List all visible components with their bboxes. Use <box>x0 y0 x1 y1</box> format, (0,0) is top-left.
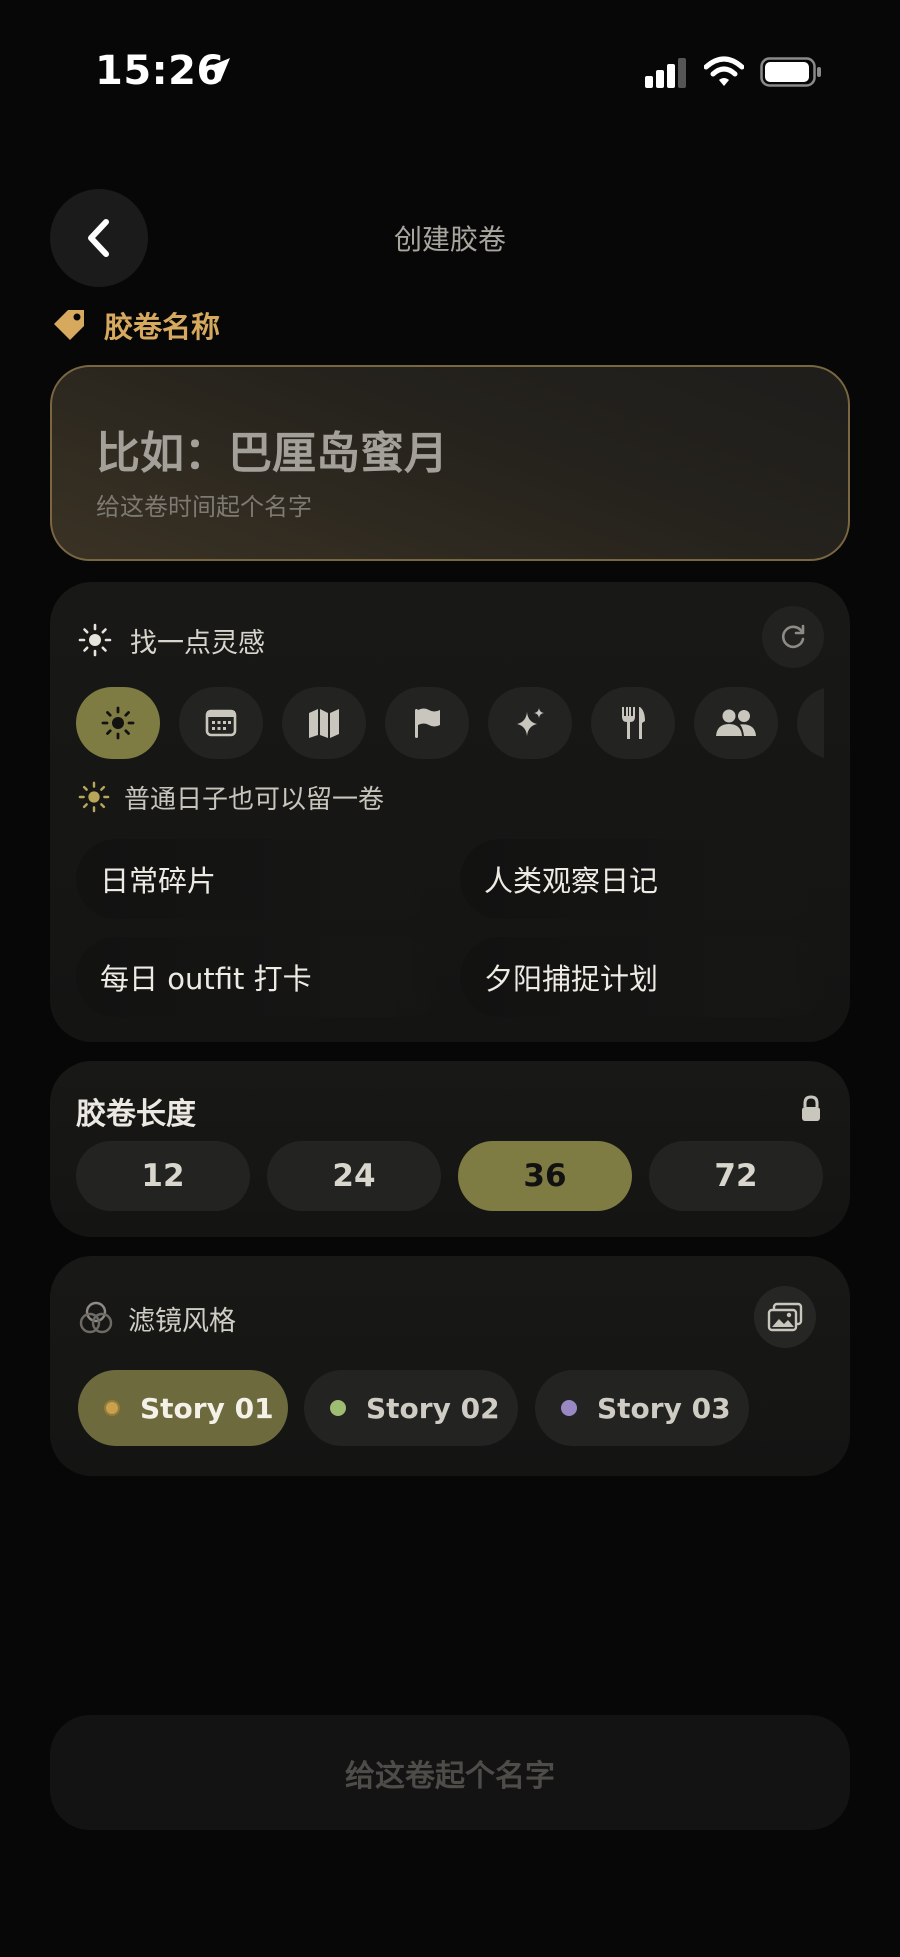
battery-icon <box>760 57 821 87</box>
category-food[interactable] <box>591 687 675 759</box>
photo-gallery-icon <box>767 1302 803 1332</box>
filter-style-header: 滤镜风格 <box>78 1298 236 1338</box>
map-icon <box>309 709 339 738</box>
filter-option-story-01[interactable]: Story 01 <box>78 1370 288 1446</box>
inspiration-card: 找一点灵感 普通日子也可以留一卷 日常碎片 人类观察日记 每日 outfit 打… <box>50 582 850 1042</box>
location-arrow-icon <box>206 58 230 82</box>
length-option-36[interactable]: 36 <box>458 1141 632 1211</box>
category-travel[interactable] <box>282 687 366 759</box>
utensils-icon <box>622 707 645 739</box>
filter-option-story-02[interactable]: Story 02 <box>304 1370 518 1446</box>
length-option-24[interactable]: 24 <box>267 1141 441 1211</box>
filter-option-label: Story 03 <box>597 1391 731 1425</box>
suggestion-chip[interactable]: 人类观察日记 <box>460 839 830 919</box>
lock-icon <box>802 1095 820 1121</box>
inspiration-header: 找一点灵感 <box>78 620 265 660</box>
suggestion-chip[interactable]: 每日 outfit 打卡 <box>76 937 446 1017</box>
inspiration-title: 找一点灵感 <box>130 627 265 659</box>
filter-option-label: Story 01 <box>140 1391 274 1425</box>
tag-icon <box>54 310 84 340</box>
sun-icon <box>78 623 112 657</box>
sun-icon <box>78 781 110 813</box>
length-option-72[interactable]: 72 <box>649 1141 823 1211</box>
length-option-12[interactable]: 12 <box>76 1141 250 1211</box>
film-length-card: 胶卷长度 12 24 36 72 <box>50 1061 850 1237</box>
filter-option-story-03[interactable]: Story 03 <box>535 1370 749 1446</box>
wifi-icon <box>704 56 744 86</box>
category-more[interactable] <box>797 687 824 759</box>
category-goal[interactable] <box>385 687 469 759</box>
film-name-label-row: 胶卷名称 <box>50 305 220 345</box>
category-people[interactable] <box>694 687 778 759</box>
gallery-button[interactable] <box>754 1286 816 1348</box>
sparkles-icon <box>517 708 544 736</box>
filter-color-dot <box>330 1400 346 1416</box>
category-daily[interactable] <box>76 687 160 759</box>
category-description: 普通日子也可以留一卷 <box>124 784 385 815</box>
film-name-hint: 给这卷时间起个名字 <box>96 493 312 521</box>
film-name-label: 胶卷名称 <box>104 310 221 344</box>
filter-color-dot <box>104 1400 120 1416</box>
film-name-placeholder: 比如：巴厘岛蜜月 <box>96 428 448 479</box>
page-title: 创建胶卷 <box>393 223 506 256</box>
filter-style-title: 滤镜风格 <box>128 1305 236 1337</box>
film-length-title: 胶卷长度 <box>76 1097 196 1132</box>
filter-style-card: 滤镜风格 Story 01 Story 02 Story 03 <box>50 1256 850 1476</box>
suggestion-chip[interactable]: 日常碎片 <box>76 839 446 919</box>
calendar-icon <box>205 709 237 737</box>
people-icon <box>716 709 756 736</box>
flag-icon <box>415 708 440 738</box>
category-special[interactable] <box>488 687 572 759</box>
category-strip <box>76 687 824 761</box>
filter-circles-icon <box>79 1301 113 1334</box>
category-description-row: 普通日子也可以留一卷 <box>78 778 384 816</box>
refresh-button[interactable] <box>762 606 824 668</box>
filter-color-dot <box>561 1400 577 1416</box>
film-name-input[interactable]: 比如：巴厘岛蜜月 给这卷时间起个名字 <box>50 365 850 561</box>
cellular-signal-icon <box>645 58 686 88</box>
create-film-screen: 15:26 创建胶卷 胶卷名称 比如：巴厘岛蜜月 给这卷时间起个名字 找一点灵感… <box>0 0 900 1957</box>
suggestion-chip[interactable]: 夕阳捕捉计划 <box>460 937 830 1017</box>
sun-icon <box>101 706 135 740</box>
category-calendar[interactable] <box>179 687 263 759</box>
refresh-icon <box>782 624 805 649</box>
create-film-button[interactable]: 给这卷起个名字 <box>50 1715 850 1830</box>
filter-option-label: Story 02 <box>366 1391 500 1425</box>
